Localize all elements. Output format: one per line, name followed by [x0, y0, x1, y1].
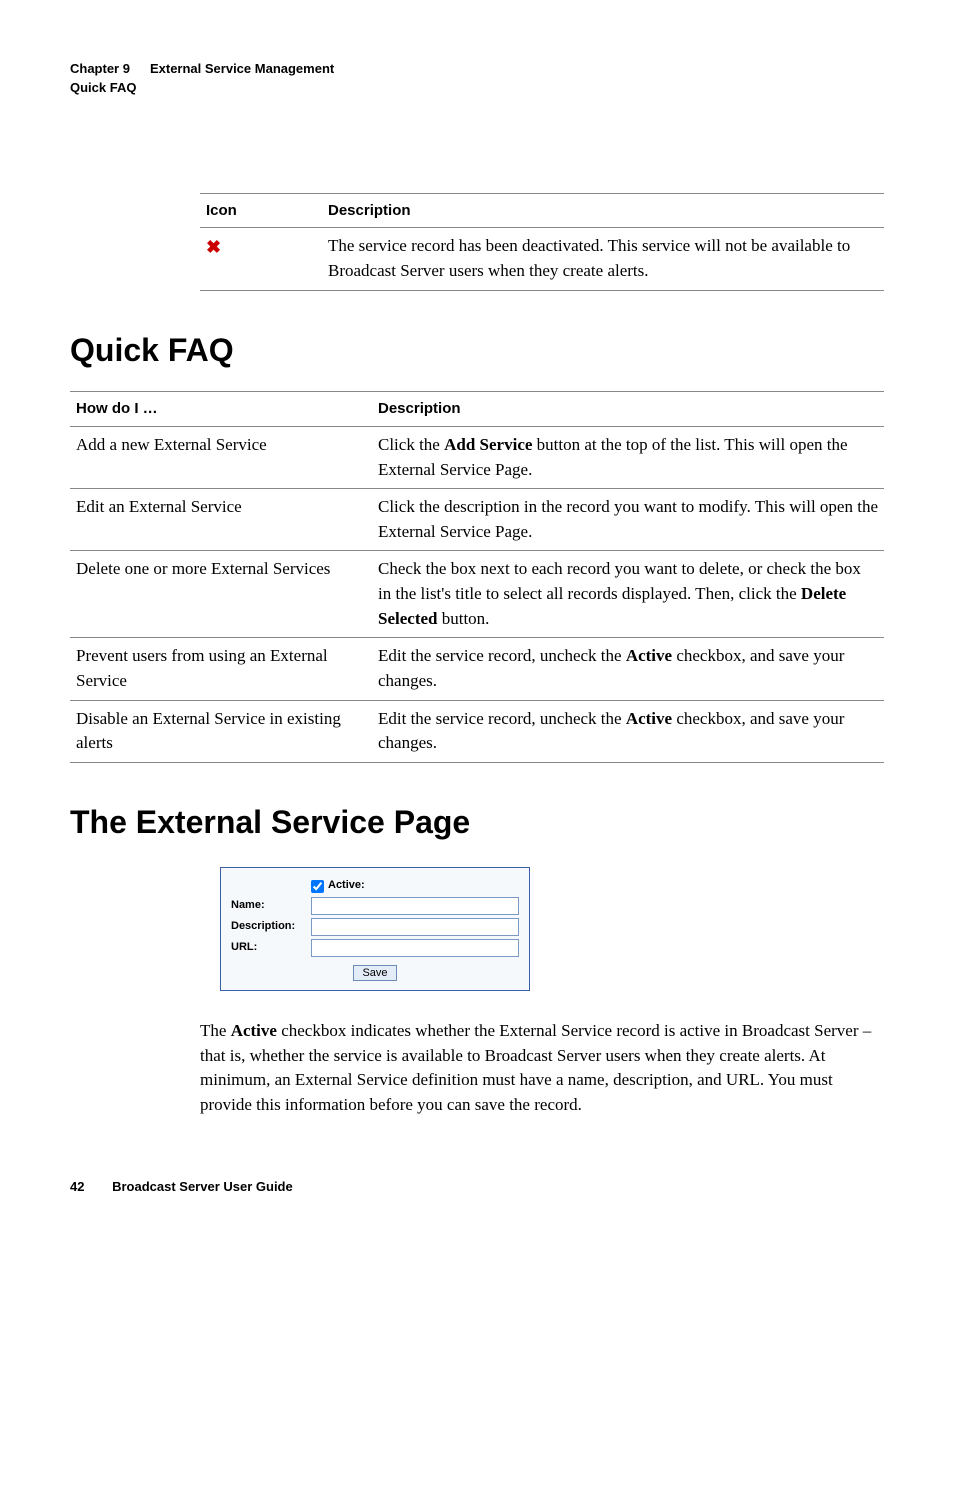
description-field[interactable] — [311, 918, 519, 936]
faq-description: Check the box next to each record you wa… — [372, 551, 884, 638]
col-icon-header: Icon — [200, 193, 322, 228]
icon-description-table: Icon Description ✖ The service record ha… — [200, 193, 884, 291]
footer-title: Broadcast Server User Guide — [112, 1179, 293, 1194]
faq-howdo: Prevent users from using an External Ser… — [70, 638, 372, 700]
table-row: ✖ The service record has been deactivate… — [200, 228, 884, 290]
faq-table: How do I … Description Add a new Externa… — [70, 391, 884, 763]
external-service-form-figure: Active: Name: Description: URL: Save — [220, 867, 530, 991]
active-checkbox[interactable] — [311, 880, 324, 893]
faq-howdo: Edit an External Service — [70, 489, 372, 551]
save-button[interactable]: Save — [353, 965, 396, 981]
table-row: Disable an External Service in existing … — [70, 700, 884, 762]
table-row: Add a new External Service Click the Add… — [70, 426, 884, 488]
active-label: Active: — [328, 878, 365, 894]
table-row: Edit an External Service Click the descr… — [70, 489, 884, 551]
faq-howdo: Disable an External Service in existing … — [70, 700, 372, 762]
url-field[interactable] — [311, 939, 519, 957]
deactivated-x-icon: ✖ — [206, 237, 221, 257]
col-howdo-header: How do I … — [70, 392, 372, 427]
name-label: Name: — [231, 898, 311, 914]
quick-faq-heading: Quick FAQ — [70, 327, 884, 373]
faq-description: Click the description in the record you … — [372, 489, 884, 551]
description-label: Description: — [231, 919, 311, 935]
page-number: 42 — [70, 1178, 84, 1197]
col-description-header: Description — [322, 193, 884, 228]
col-description-header: Description — [372, 392, 884, 427]
faq-description: Edit the service record, uncheck the Act… — [372, 638, 884, 700]
name-field[interactable] — [311, 897, 519, 915]
faq-description: Click the Add Service button at the top … — [372, 426, 884, 488]
icon-description: The service record has been deactivated.… — [322, 228, 884, 290]
page-footer: 42 Broadcast Server User Guide — [70, 1178, 884, 1197]
active-checkbox-paragraph: The Active checkbox indicates whether th… — [200, 1019, 884, 1118]
page-running-header: Chapter 9 External Service Management Qui… — [70, 60, 884, 98]
url-label: URL: — [231, 940, 311, 956]
external-service-page-heading: The External Service Page — [70, 799, 884, 845]
faq-howdo: Add a new External Service — [70, 426, 372, 488]
section-label: Quick FAQ — [70, 79, 884, 98]
chapter-label: Chapter 9 — [70, 61, 130, 76]
faq-description: Edit the service record, uncheck the Act… — [372, 700, 884, 762]
faq-howdo: Delete one or more External Services — [70, 551, 372, 638]
chapter-title: External Service Management — [150, 61, 334, 76]
table-row: Delete one or more External Services Che… — [70, 551, 884, 638]
table-row: Prevent users from using an External Ser… — [70, 638, 884, 700]
